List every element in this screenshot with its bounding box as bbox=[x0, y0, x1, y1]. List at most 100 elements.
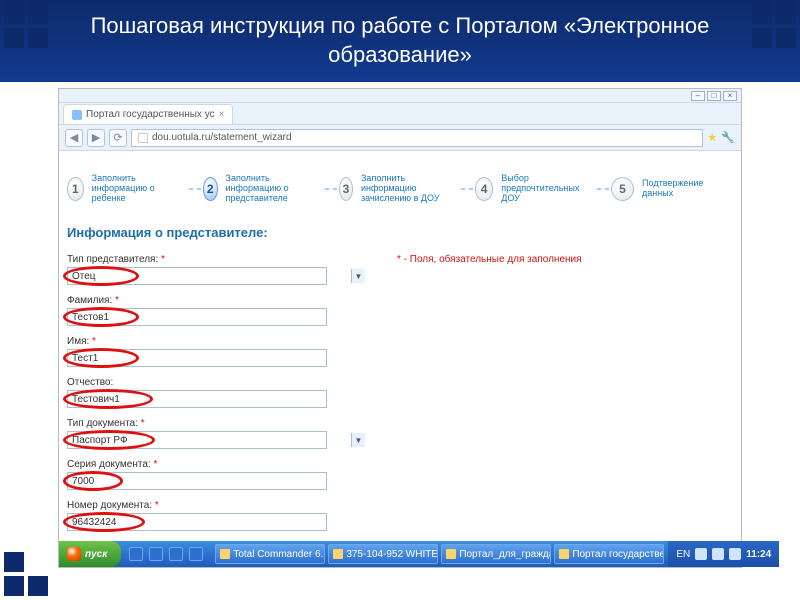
page-content: 1 Заполнить информацию о ребенке 2 Запол… bbox=[59, 151, 741, 541]
url-text: dou.uotula.ru/statement_wizard bbox=[152, 132, 292, 143]
step-circle: 3 bbox=[339, 177, 353, 201]
deco-square bbox=[28, 576, 48, 596]
step-circle: 4 bbox=[475, 177, 493, 201]
reload-button[interactable]: ⟳ bbox=[109, 129, 127, 147]
step-label: Заполнить информацию о ребенке bbox=[92, 174, 189, 204]
app-icon bbox=[333, 549, 343, 559]
app-icon bbox=[220, 549, 230, 559]
wizard-step-4[interactable]: 4 Выбор предпочтительных ДОУ bbox=[475, 174, 597, 204]
field-doc-type: Тип документа: * ▼ bbox=[67, 418, 367, 449]
field-label: Номер документа: * bbox=[67, 500, 367, 511]
app-icon bbox=[446, 549, 456, 559]
start-label: пуск bbox=[85, 549, 107, 560]
quick-launch-icon[interactable] bbox=[189, 547, 203, 561]
field-label: Отчество: bbox=[67, 377, 367, 388]
quick-launch bbox=[121, 541, 211, 567]
language-indicator[interactable]: EN bbox=[676, 549, 690, 560]
windows-logo-icon bbox=[67, 547, 81, 561]
clock[interactable]: 11:24 bbox=[746, 549, 771, 560]
step-circle: 1 bbox=[67, 177, 84, 201]
doc-series-input[interactable] bbox=[67, 472, 327, 490]
field-name: Имя: * bbox=[67, 336, 367, 367]
tray-icon[interactable] bbox=[695, 548, 707, 560]
taskbar-item[interactable]: Портал_для_гражда... bbox=[441, 544, 551, 564]
taskbar-item[interactable]: Total Commander 6... bbox=[215, 544, 325, 564]
settings-icon[interactable]: 🔧 bbox=[721, 131, 735, 144]
deco-square bbox=[776, 28, 796, 48]
deco-square bbox=[776, 4, 796, 24]
start-button[interactable]: пуск bbox=[59, 541, 121, 567]
quick-launch-icon[interactable] bbox=[129, 547, 143, 561]
wizard-step-5[interactable]: 5 Подтвержение данных bbox=[611, 177, 733, 201]
step-connector bbox=[597, 188, 611, 190]
field-label: Тип документа: * bbox=[67, 418, 367, 429]
required-note: * - Поля, обязательные для заполнения bbox=[397, 254, 582, 541]
deco-square bbox=[752, 28, 772, 48]
doc-type-select[interactable] bbox=[67, 431, 327, 449]
quick-launch-icon[interactable] bbox=[149, 547, 163, 561]
field-label: Серия документа: * bbox=[67, 459, 367, 470]
window-controls: – □ × bbox=[59, 89, 741, 103]
close-button[interactable]: × bbox=[723, 91, 737, 101]
step-connector bbox=[189, 188, 203, 190]
form-fields: Тип представителя: * ▼ Фамилия: * bbox=[67, 254, 367, 541]
step-label: Заполнить информацию зачислению в ДОУ bbox=[361, 174, 461, 204]
field-doc-number: Номер документа: * bbox=[67, 500, 367, 531]
taskbar-item[interactable]: 375-104-952 WHITE... bbox=[328, 544, 438, 564]
field-label: Имя: * bbox=[67, 336, 367, 347]
quick-launch-icon[interactable] bbox=[169, 547, 183, 561]
step-label: Выбор предпочтительных ДОУ bbox=[501, 174, 597, 204]
surname-input[interactable] bbox=[67, 308, 327, 326]
name-input[interactable] bbox=[67, 349, 327, 367]
chevron-down-icon: ▼ bbox=[351, 269, 365, 283]
field-patronymic: Отчество: bbox=[67, 377, 367, 408]
browser-window: – □ × Портал государственных ус × ◀ ▶ ⟳ … bbox=[58, 88, 742, 568]
taskbar-item[interactable]: Портал государстве... bbox=[554, 544, 664, 564]
tray-icon[interactable] bbox=[729, 548, 741, 560]
doc-number-input[interactable] bbox=[67, 513, 327, 531]
deco-square bbox=[4, 4, 24, 24]
maximize-button[interactable]: □ bbox=[707, 91, 721, 101]
wizard-step-1[interactable]: 1 Заполнить информацию о ребенке bbox=[67, 174, 189, 204]
page-icon bbox=[138, 133, 148, 143]
tab-close-icon[interactable]: × bbox=[219, 109, 225, 120]
section-title: Информация о представителе: bbox=[67, 225, 733, 240]
tray-icon[interactable] bbox=[712, 548, 724, 560]
slide-title: Пошаговая инструкция по работе с Портало… bbox=[0, 0, 800, 82]
system-tray: EN 11:24 bbox=[668, 541, 779, 567]
back-button[interactable]: ◀ bbox=[65, 129, 83, 147]
wizard-step-3[interactable]: 3 Заполнить информацию зачислению в ДОУ bbox=[339, 174, 461, 204]
url-input[interactable]: dou.uotula.ru/statement_wizard bbox=[131, 129, 703, 147]
field-label: Тип представителя: * bbox=[67, 254, 367, 265]
taskbar: пуск Total Commander 6... 375-104-952 WH… bbox=[59, 541, 741, 567]
chevron-down-icon: ▼ bbox=[351, 433, 365, 447]
favicon-icon bbox=[72, 110, 82, 120]
deco-square bbox=[4, 552, 24, 572]
field-doc-series: Серия документа: * bbox=[67, 459, 367, 490]
bookmark-icon[interactable]: ★ bbox=[707, 131, 717, 144]
field-rep-type: Тип представителя: * ▼ bbox=[67, 254, 367, 285]
tab-title: Портал государственных ус bbox=[86, 109, 215, 120]
app-icon bbox=[559, 549, 569, 559]
field-label: Фамилия: * bbox=[67, 295, 367, 306]
deco-square bbox=[4, 576, 24, 596]
tab-strip: Портал государственных ус × bbox=[59, 103, 741, 125]
deco-square bbox=[4, 28, 24, 48]
step-label: Заполнить информацию о представителе bbox=[226, 174, 325, 204]
browser-tab[interactable]: Портал государственных ус × bbox=[63, 104, 233, 124]
deco-square bbox=[28, 28, 48, 48]
taskbar-tasks: Total Commander 6... 375-104-952 WHITE..… bbox=[211, 541, 668, 567]
forward-button[interactable]: ▶ bbox=[87, 129, 105, 147]
step-connector bbox=[325, 188, 339, 190]
field-surname: Фамилия: * bbox=[67, 295, 367, 326]
address-bar: ◀ ▶ ⟳ dou.uotula.ru/statement_wizard ★ 🔧 bbox=[59, 125, 741, 151]
rep-type-select[interactable] bbox=[67, 267, 327, 285]
step-circle: 2 bbox=[203, 177, 218, 201]
patronymic-input[interactable] bbox=[67, 390, 327, 408]
wizard-step-2[interactable]: 2 Заполнить информацию о представителе bbox=[203, 174, 325, 204]
deco-square bbox=[28, 4, 48, 24]
deco-square bbox=[752, 4, 772, 24]
step-label: Подтвержение данных bbox=[642, 179, 733, 199]
minimize-button[interactable]: – bbox=[691, 91, 705, 101]
wizard-steps: 1 Заполнить информацию о ребенке 2 Запол… bbox=[67, 163, 733, 215]
